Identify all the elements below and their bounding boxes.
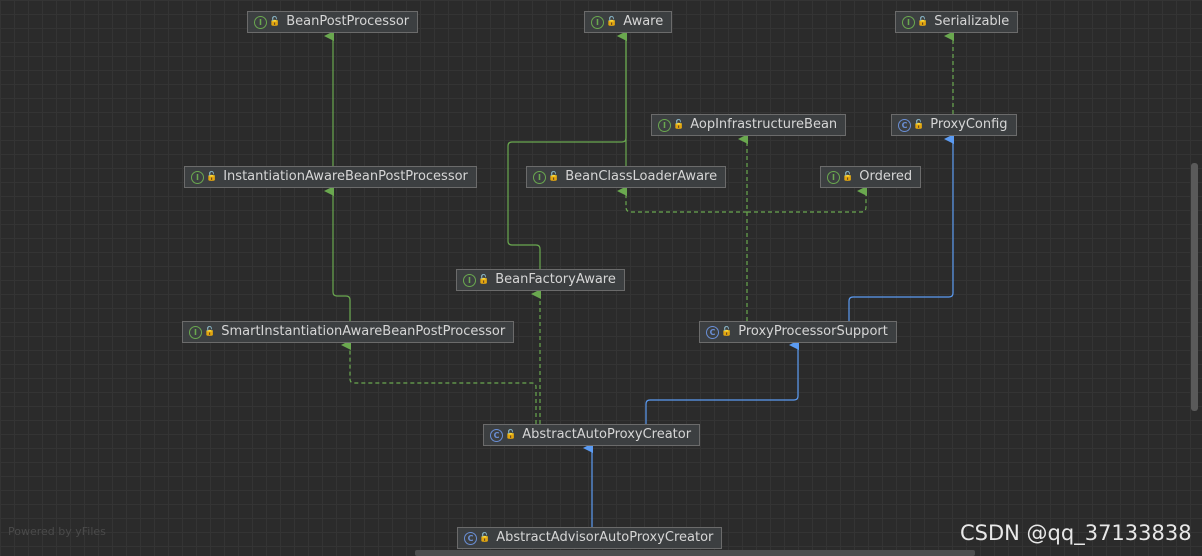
- class-icon: C: [898, 118, 911, 132]
- node-bean-factory-aware[interactable]: I 🔓 BeanFactoryAware: [456, 269, 625, 291]
- lock-icon: 🔓: [479, 533, 491, 543]
- lock-icon: 🔓: [917, 17, 929, 27]
- lock-icon: 🔓: [721, 327, 733, 337]
- lock-icon: 🔓: [478, 275, 490, 285]
- lock-icon: 🔓: [548, 172, 560, 182]
- interface-icon: I: [191, 170, 204, 184]
- node-abstract-advisor-auto-proxy-creator[interactable]: C 🔓 AbstractAdvisorAutoProxyCreator: [457, 527, 723, 549]
- horizontal-scrollbar[interactable]: [415, 550, 975, 556]
- interface-icon: I: [189, 325, 202, 339]
- edge-pps-ord: [747, 186, 867, 213]
- edge-aapc-pps: [645, 340, 799, 424]
- node-label: BeanClassLoaderAware: [565, 169, 718, 184]
- node-label: SmartInstantiationAwareBeanPostProcessor: [221, 324, 506, 339]
- class-icon: C: [464, 531, 477, 545]
- node-label: ProxyConfig: [930, 117, 1008, 132]
- interface-icon: I: [902, 15, 915, 29]
- node-label: AbstractAutoProxyCreator: [522, 427, 692, 442]
- node-label: AbstractAdvisorAutoProxyCreator: [496, 530, 714, 545]
- node-serializable[interactable]: I 🔓 Serializable: [895, 11, 1019, 33]
- lock-icon: 🔓: [842, 172, 854, 182]
- node-bean-post-processor[interactable]: I 🔓 BeanPostProcessor: [247, 11, 419, 33]
- node-label: Aware: [623, 14, 664, 29]
- node-bean-class-loader-aware[interactable]: I 🔓 BeanClassLoaderAware: [526, 166, 727, 188]
- edge-bfa-aware: [507, 31, 627, 269]
- node-label: BeanPostProcessor: [286, 14, 410, 29]
- interface-icon: I: [463, 273, 476, 287]
- node-instantiation-aware-bean-post-processor[interactable]: I 🔓 InstantiationAwareBeanPostProcessor: [184, 166, 477, 188]
- node-smart-instantiation-aware-bean-post-processor[interactable]: I 🔓 SmartInstantiationAwareBeanPostProce…: [182, 321, 515, 343]
- lock-icon: 🔓: [673, 120, 685, 130]
- node-label: Serializable: [934, 14, 1010, 29]
- edge-siabpp-iabpp: [324, 186, 351, 321]
- node-proxy-config[interactable]: C 🔓 ProxyConfig: [891, 114, 1017, 136]
- interface-icon: I: [254, 15, 267, 29]
- lock-icon: 🔓: [269, 17, 281, 27]
- lock-icon: 🔓: [206, 172, 218, 182]
- class-icon: C: [706, 325, 719, 339]
- powered-by-label: Powered by yFiles: [8, 525, 106, 538]
- node-aware[interactable]: I 🔓 Aware: [584, 11, 673, 33]
- node-label: AopInfrastructureBean: [690, 117, 838, 132]
- lock-icon: 🔓: [505, 430, 517, 440]
- edge-aapc-siabpp: [341, 340, 537, 424]
- node-label: ProxyProcessorSupport: [738, 324, 888, 339]
- watermark: CSDN @qq_37133838: [960, 521, 1192, 545]
- node-abstract-auto-proxy-creator[interactable]: C 🔓 AbstractAutoProxyCreator: [483, 424, 701, 446]
- diagram-canvas[interactable]: I 🔓 BeanPostProcessor I 🔓 Aware I 🔓 Seri…: [0, 0, 1202, 556]
- interface-icon: I: [591, 15, 604, 29]
- node-label: InstantiationAwareBeanPostProcessor: [223, 169, 468, 184]
- edge-pps-bcla: [617, 186, 747, 213]
- node-ordered[interactable]: I 🔓 Ordered: [820, 166, 922, 188]
- lock-icon: 🔓: [606, 17, 618, 27]
- lock-icon: 🔓: [913, 120, 925, 130]
- node-label: BeanFactoryAware: [495, 272, 616, 287]
- interface-icon: I: [658, 118, 671, 132]
- node-aop-infrastructure-bean[interactable]: I 🔓 AopInfrastructureBean: [651, 114, 847, 136]
- interface-icon: I: [827, 170, 840, 184]
- lock-icon: 🔓: [204, 327, 216, 337]
- class-icon: C: [490, 428, 503, 442]
- interface-icon: I: [533, 170, 546, 184]
- vertical-scrollbar[interactable]: [1191, 163, 1198, 411]
- node-label: Ordered: [859, 169, 913, 184]
- node-proxy-processor-support[interactable]: C 🔓 ProxyProcessorSupport: [699, 321, 897, 343]
